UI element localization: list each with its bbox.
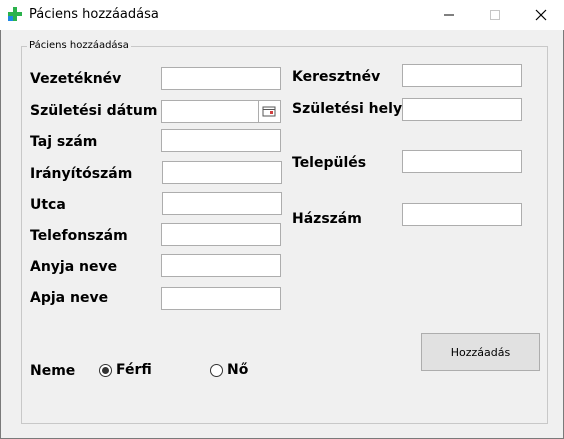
radio-ferfi[interactable] — [99, 364, 112, 377]
telefon-label: Telefonszám — [30, 228, 128, 244]
szuletesi-hely-input[interactable] — [402, 98, 522, 121]
title-bar: Páciens hozzáadása — [0, 0, 564, 30]
maximize-button[interactable] — [472, 0, 518, 30]
close-icon — [535, 9, 547, 21]
maximize-icon — [490, 10, 500, 20]
close-button[interactable] — [518, 0, 564, 30]
keresztnev-label: Keresztnév — [292, 69, 381, 85]
radio-no[interactable] — [210, 364, 223, 377]
apja-neve-label: Apja neve — [30, 290, 109, 306]
szuletesi-datum-label: Születési dátum — [30, 103, 158, 119]
birthdate-picker-input[interactable] — [161, 100, 259, 123]
add-button-label: Hozzáadás — [450, 345, 511, 359]
calendar-dropdown-button[interactable] — [259, 100, 281, 123]
calendar-icon — [262, 106, 276, 117]
anyja-neve-input[interactable] — [161, 254, 281, 277]
radio-selected-dot — [102, 367, 109, 374]
taj-input[interactable] — [161, 129, 281, 152]
anyja-neve-label: Anyja neve — [30, 259, 118, 275]
szuletesi-hely-label: Születési hely — [292, 101, 403, 117]
add-button[interactable]: Hozzáadás — [421, 333, 540, 371]
hazszam-label: Házszám — [292, 211, 362, 227]
taj-label: Taj szám — [30, 134, 98, 150]
minimize-icon — [444, 14, 454, 16]
medical-cross-icon — [8, 7, 22, 21]
vezeteknev-label: Vezetéknév — [30, 71, 122, 87]
telepules-input[interactable] — [402, 150, 522, 173]
hazszam-input[interactable] — [402, 203, 522, 226]
telefon-input[interactable] — [161, 223, 281, 246]
iranyitoszam-label: Irányítószám — [30, 166, 133, 182]
window-title: Páciens hozzáadása — [29, 7, 159, 22]
groupbox-legend: Páciens hozzáadása — [27, 40, 131, 51]
utca-label: Utca — [30, 197, 66, 213]
gender-label: Neme — [30, 363, 76, 379]
minimize-button[interactable] — [426, 0, 472, 30]
radio-no-label[interactable]: Nő — [227, 362, 248, 378]
radio-ferfi-label[interactable]: Férfi — [116, 362, 152, 378]
vezeteknev-input[interactable] — [161, 67, 281, 90]
keresztnev-input[interactable] — [402, 64, 522, 87]
telepules-label: Település — [292, 155, 367, 171]
utca-input[interactable] — [162, 192, 282, 215]
apja-neve-input[interactable] — [161, 287, 281, 310]
iranyitoszam-input[interactable] — [162, 161, 282, 184]
